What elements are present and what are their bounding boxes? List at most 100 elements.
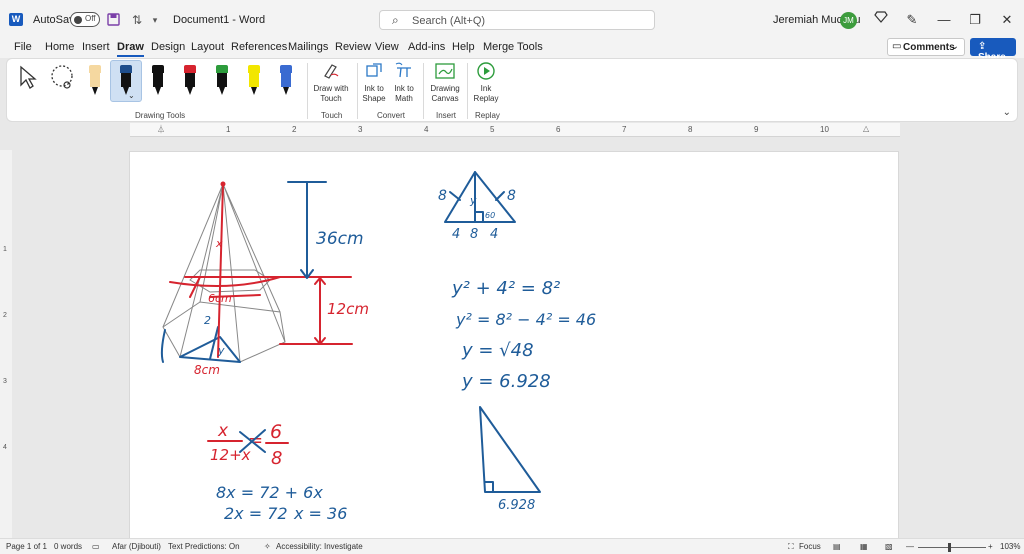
save-icon[interactable] bbox=[106, 13, 120, 27]
zoom-slider[interactable] bbox=[918, 547, 986, 548]
ink-to-math-icon bbox=[395, 62, 411, 78]
pen-red[interactable] bbox=[184, 65, 196, 95]
zoom-out-icon[interactable]: — bbox=[906, 542, 914, 551]
tab-mailings[interactable]: Mailings bbox=[288, 41, 328, 53]
ruler-number: 4 bbox=[424, 125, 429, 134]
right-indent-marker[interactable]: △ bbox=[863, 124, 869, 133]
left-indent-marker[interactable]: ⏃ bbox=[157, 124, 165, 135]
ruler-number: 10 bbox=[820, 125, 829, 134]
print-layout-icon[interactable]: ▦ bbox=[860, 542, 868, 551]
pen-options-chevron-icon[interactable]: ⌄ bbox=[128, 91, 135, 101]
tab-draw[interactable]: Draw bbox=[117, 41, 144, 57]
triangle-right-side: 8 bbox=[507, 188, 516, 204]
fraction-six: 6 bbox=[270, 421, 282, 443]
right-triangle-label: 6.928 bbox=[498, 498, 535, 513]
pen-green[interactable] bbox=[216, 65, 228, 95]
tab-insert[interactable]: Insert bbox=[82, 41, 110, 53]
ruler-number: 7 bbox=[622, 125, 627, 134]
avatar[interactable]: JM bbox=[840, 12, 857, 29]
zoom-slider-thumb[interactable] bbox=[948, 543, 951, 552]
vruler-number: 2 bbox=[3, 312, 7, 319]
pen-galaxy[interactable] bbox=[280, 65, 292, 95]
document-page[interactable]: 36cm 12cm 6cm 8cm x 2 y 8 8 y 60 4 8 4 y… bbox=[129, 151, 899, 541]
autosave-toggle[interactable]: Off bbox=[70, 12, 100, 27]
drawing-canvas-label-1: Drawing bbox=[430, 84, 460, 93]
ink-replay-button[interactable]: Ink Replay bbox=[471, 61, 501, 104]
pen-highlight-peach[interactable] bbox=[89, 65, 101, 95]
text-predictions[interactable]: Text Predictions: On bbox=[168, 542, 240, 551]
ruler-number: 8 bbox=[688, 125, 693, 134]
solution-line-2: 2x = 72 bbox=[224, 504, 288, 523]
ink-to-math-label-1: Ink to bbox=[394, 84, 414, 93]
right-triangle-drawing bbox=[479, 406, 541, 493]
drawing-canvas-icon bbox=[435, 63, 455, 79]
triangle-bottom-left: 4 bbox=[452, 227, 460, 242]
web-layout-icon[interactable]: ▧ bbox=[885, 542, 893, 551]
diamond-icon[interactable] bbox=[871, 10, 891, 30]
ink-to-shape-icon bbox=[366, 63, 382, 77]
pen-icon[interactable]: ✎ bbox=[902, 10, 922, 30]
search-box[interactable]: ⌕ Search (Alt+Q) bbox=[379, 10, 655, 30]
triangle-drawing bbox=[444, 171, 516, 223]
y-label: y bbox=[217, 344, 225, 357]
tab-layout[interactable]: Layout bbox=[191, 41, 224, 53]
comments-button[interactable]: ▭ Comments ⌄ bbox=[887, 38, 965, 56]
equation-4: y = 6.928 bbox=[461, 371, 551, 392]
ink-to-shape-label-2: Shape bbox=[362, 94, 386, 103]
equation-2: y² = 8² − 4² = 46 bbox=[455, 310, 596, 329]
proofing-icon[interactable]: ▭ bbox=[92, 542, 100, 551]
triangle-left-side: 8 bbox=[438, 188, 447, 204]
select-arrow-icon[interactable] bbox=[17, 65, 39, 94]
tab-design[interactable]: Design bbox=[151, 41, 185, 53]
draw-with-touch-button[interactable]: Draw with Touch bbox=[311, 61, 351, 104]
vertical-ruler[interactable]: 1 2 3 4 bbox=[0, 150, 12, 538]
zoom-level[interactable]: 103% bbox=[1000, 542, 1020, 551]
drawing-canvas-button[interactable]: Drawing Canvas bbox=[427, 61, 463, 104]
triangle-angle: 60 bbox=[485, 211, 495, 220]
tab-help[interactable]: Help bbox=[452, 41, 475, 53]
solution-line-3: x = 36 bbox=[293, 504, 347, 523]
comment-icon: ▭ bbox=[892, 41, 902, 52]
page-count[interactable]: Page 1 of 1 bbox=[6, 542, 47, 551]
horizontal-ruler[interactable]: 1 2 3 4 5 6 7 8 9 10 ⏃ △ bbox=[130, 123, 900, 137]
pen-black[interactable] bbox=[152, 65, 164, 95]
share-button[interactable]: ⇪ Share bbox=[970, 38, 1016, 63]
triangle-bottom-mid: 8 bbox=[470, 227, 478, 242]
tab-view[interactable]: View bbox=[375, 41, 399, 53]
tab-file[interactable]: File bbox=[14, 41, 32, 53]
ribbon-collapse-chevron-icon[interactable]: ⌄ bbox=[1003, 107, 1011, 118]
pyramid-drawing bbox=[160, 181, 352, 363]
tab-add-ins[interactable]: Add-ins bbox=[408, 41, 445, 53]
status-bar: Page 1 of 1 0 words ▭ Afar (Djibouti) Te… bbox=[0, 538, 1024, 554]
minimize-icon[interactable]: — bbox=[934, 10, 954, 30]
language[interactable]: Afar (Djibouti) bbox=[112, 542, 161, 551]
base-label: 8cm bbox=[194, 363, 220, 377]
group-divider bbox=[357, 63, 358, 119]
read-mode-icon[interactable]: ▤ bbox=[833, 542, 841, 551]
quick-access-dropdown-icon[interactable]: ▾ bbox=[148, 13, 162, 27]
accessibility-status[interactable]: Accessibility: Investigate bbox=[276, 542, 363, 551]
lasso-select-icon[interactable] bbox=[47, 63, 77, 96]
sort-icon[interactable]: ⇅ bbox=[130, 13, 144, 27]
tab-review[interactable]: Review bbox=[335, 41, 371, 53]
restore-icon[interactable]: ❐ bbox=[965, 10, 985, 30]
group-divider bbox=[307, 63, 308, 119]
zoom-in-icon[interactable]: + bbox=[988, 542, 993, 551]
ink-to-shape-button[interactable]: Ink to Shape bbox=[361, 61, 387, 104]
tab-references[interactable]: References bbox=[231, 41, 287, 53]
ruler-number: 9 bbox=[754, 125, 759, 134]
tab-merge-tools[interactable]: Merge Tools bbox=[483, 41, 543, 53]
close-icon[interactable]: ✕ bbox=[997, 10, 1017, 30]
ink-canvas[interactable]: 36cm 12cm 6cm 8cm x 2 y 8 8 y 60 4 8 4 y… bbox=[130, 152, 899, 541]
draw-with-touch-label-1: Draw with bbox=[313, 84, 349, 93]
vruler-number: 4 bbox=[3, 444, 7, 451]
highlighter-yellow[interactable] bbox=[248, 65, 260, 95]
tab-home[interactable]: Home bbox=[45, 41, 74, 53]
ink-to-math-button[interactable]: Ink to Math bbox=[391, 61, 417, 104]
word-count[interactable]: 0 words bbox=[54, 542, 82, 551]
focus-label[interactable]: Focus bbox=[799, 542, 821, 551]
ink-replay-label-1: Ink bbox=[480, 84, 492, 93]
fraction-eight: 8 bbox=[271, 448, 282, 469]
focus-icon[interactable]: ⛶ bbox=[788, 542, 794, 552]
accessibility-icon[interactable]: ✧ bbox=[264, 542, 271, 551]
